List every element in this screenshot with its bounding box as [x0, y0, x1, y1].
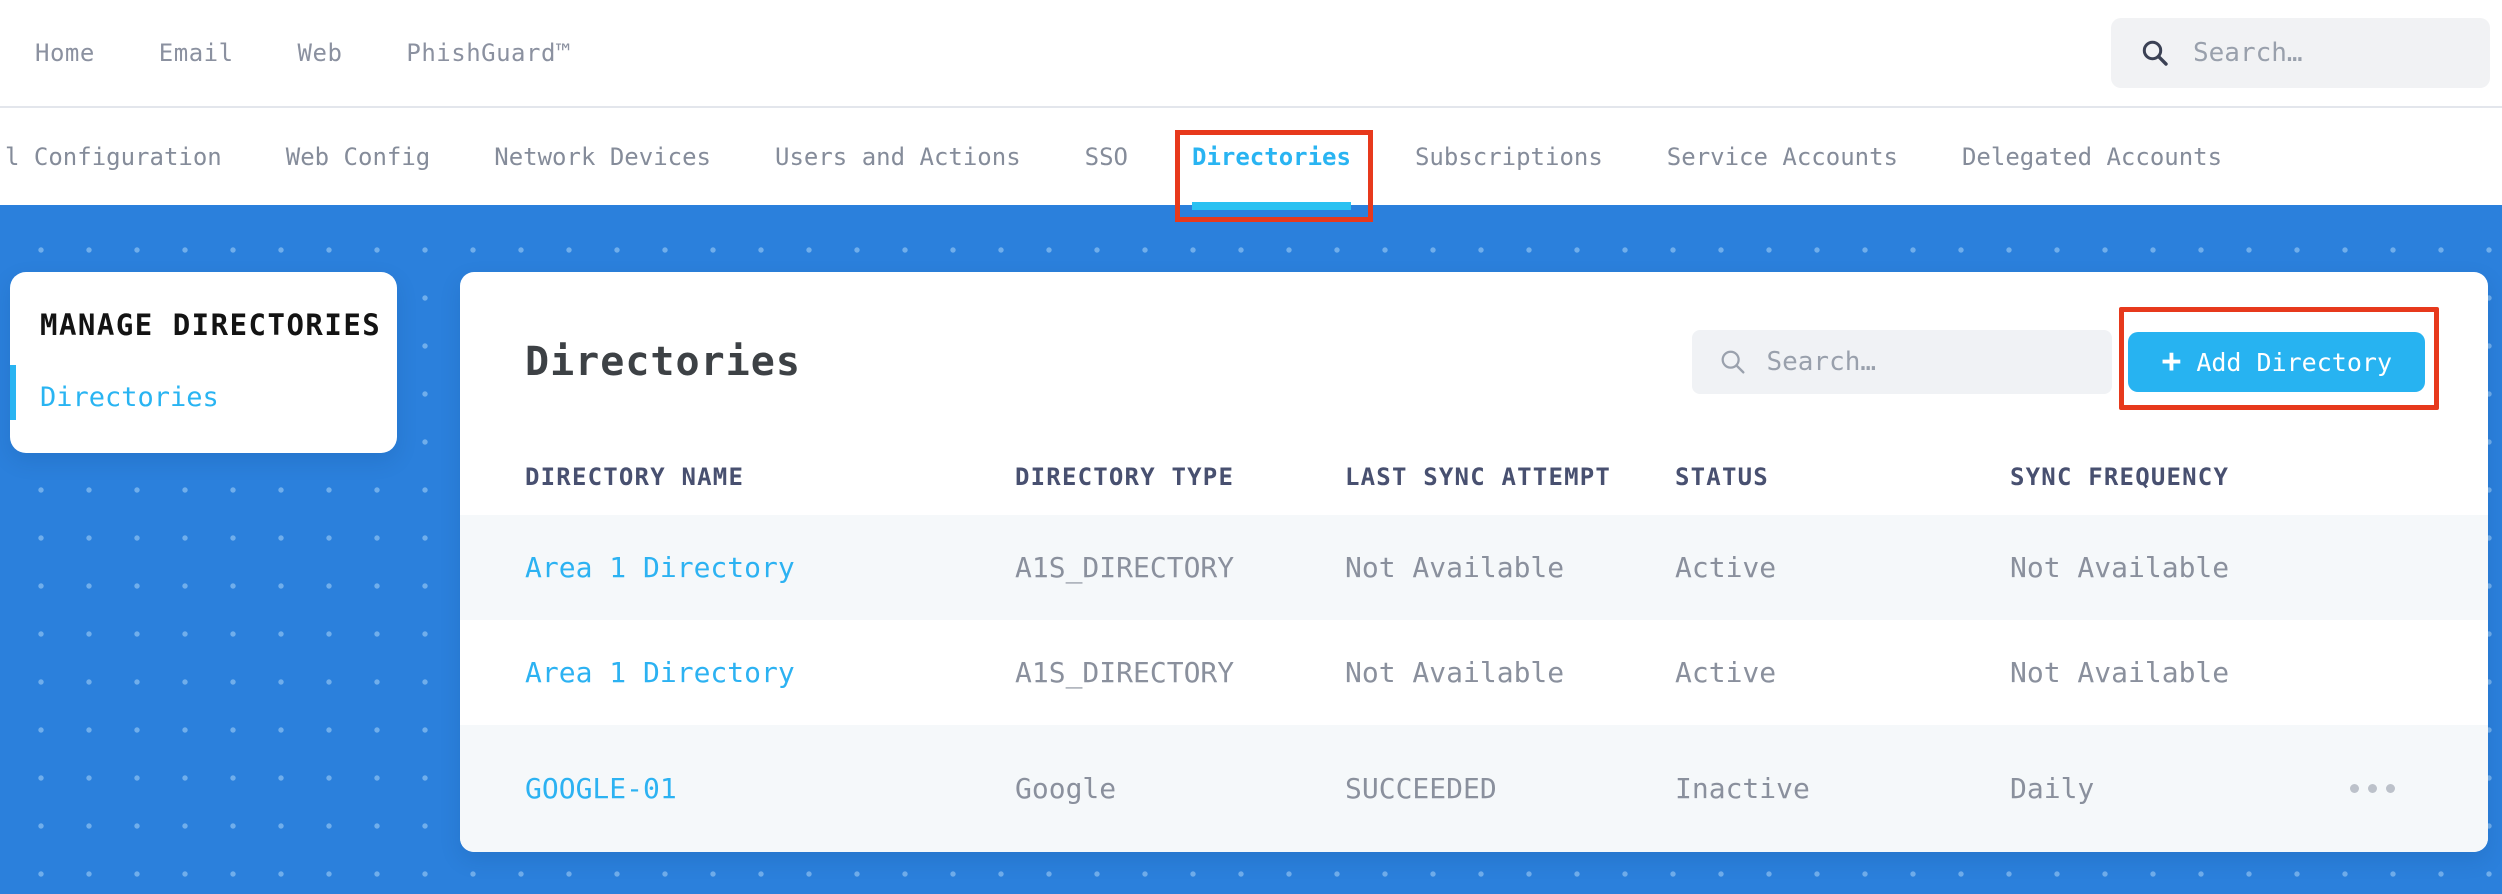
tab-delegated-accounts[interactable]: Delegated Accounts: [1962, 108, 2222, 205]
tab-label: Directories: [1192, 142, 1351, 171]
tab-service-accounts[interactable]: Service Accounts: [1667, 108, 1898, 205]
column-header-directory-name: DIRECTORY NAME: [525, 462, 745, 491]
cell-last-sync-attempt: SUCCEEDED: [1345, 772, 1497, 805]
sidebar-item-directories[interactable]: Directories: [40, 382, 397, 413]
topnav-item-web[interactable]: Web: [298, 39, 343, 67]
ellipsis-dot: [2386, 784, 2395, 793]
top-navigation: Home Email Web PhishGuard™: [35, 0, 571, 106]
ellipsis-dot: [2350, 784, 2359, 793]
column-header-status: STATUS: [1675, 462, 1769, 491]
table-row: Area 1 Directory A1S_DIRECTORY Not Availab…: [460, 620, 2488, 725]
search-icon: [2142, 40, 2168, 66]
cell-directory-type: Google: [1015, 772, 1117, 805]
search-icon: [1722, 350, 1745, 374]
cell-directory-type: A1S_DIRECTORY: [1015, 656, 1235, 689]
global-search[interactable]: [2111, 18, 2490, 88]
active-tab-underline: [1192, 202, 1351, 210]
table-header-row: DIRECTORY NAME DIRECTORY TYPE LAST SYNC AT…: [460, 438, 2488, 515]
topnav-item-email[interactable]: Email: [159, 39, 234, 67]
cell-directory-name-link[interactable]: GOOGLE-01: [525, 772, 1015, 805]
cell-status: Active: [1675, 551, 1777, 584]
page-title: Directories: [525, 339, 801, 385]
table-row: Area 1 Directory A1S_DIRECTORY Not Availab…: [460, 515, 2488, 620]
active-item-bar: [10, 365, 16, 420]
section-tabs: l Configuration Web Config Network Devices…: [0, 108, 2502, 222]
tab-label: Users and Actions: [775, 142, 1021, 171]
tab-label: l Configuration: [5, 142, 222, 171]
ellipsis-dot: [2368, 784, 2377, 793]
manage-directories-card: MANAGE DIRECTORIES Directories: [10, 272, 397, 453]
cell-directory-name-link[interactable]: Area 1 Directory: [525, 551, 1015, 584]
cell-directory-name-link[interactable]: Area 1 Directory: [525, 656, 1015, 689]
column-header-sync-frequency: SYNC FREQUENCY: [2010, 462, 2230, 491]
topnav-item-home[interactable]: Home: [35, 39, 95, 67]
cell-sync-frequency: Not Available: [2010, 656, 2230, 689]
tab-web-config[interactable]: Web Config: [286, 108, 431, 205]
panel-header: Directories + Add Directory: [460, 272, 2488, 432]
content-background: MANAGE DIRECTORIES Directories Directori…: [0, 205, 2502, 894]
tab-sso[interactable]: SSO: [1085, 108, 1128, 205]
tab-users-and-actions[interactable]: Users and Actions: [775, 108, 1021, 205]
directories-search[interactable]: [1692, 330, 2113, 394]
column-header-directory-type: DIRECTORY TYPE: [1015, 462, 1235, 491]
add-directory-label: Add Directory: [2196, 347, 2392, 377]
cell-sync-frequency: Not Available: [2010, 551, 2230, 584]
cell-sync-frequency: Daily: [2010, 772, 2095, 805]
directories-panel: Directories + Add Directory DIRECTORY NA…: [460, 272, 2488, 852]
add-directory-button[interactable]: + Add Directory: [2119, 307, 2439, 410]
tab-label: SSO: [1084, 142, 1128, 171]
tab-label: Delegated Accounts: [1961, 142, 2223, 171]
top-bar: Home Email Web PhishGuard™: [0, 0, 2502, 108]
tab-label: Subscriptions: [1414, 142, 1603, 171]
tab-directories[interactable]: Directories: [1175, 108, 1373, 222]
global-search-input[interactable]: [2193, 38, 2490, 68]
tab-label: Network Devices: [494, 142, 711, 171]
tab-l-configuration[interactable]: l Configuration: [5, 108, 222, 205]
column-header-last-sync-attempt: LAST SYNC ATTEMPT: [1345, 462, 1612, 491]
plus-icon: +: [2161, 341, 2182, 380]
cell-last-sync-attempt: Not Available: [1345, 551, 1565, 584]
tab-label: Service Accounts: [1666, 142, 1898, 171]
tab-subscriptions[interactable]: Subscriptions: [1415, 108, 1603, 205]
cell-last-sync-attempt: Not Available: [1345, 656, 1565, 689]
table-row: GOOGLE-01 Google SUCCEEDED Inactive Daily: [460, 725, 2488, 852]
tab-label: Web Config: [285, 142, 431, 171]
cell-status: Active: [1675, 656, 1777, 689]
topnav-item-phishguard-[interactable]: PhishGuard™: [406, 39, 570, 67]
cell-status: Inactive: [1675, 772, 1810, 805]
directories-table: Area 1 Directory A1S_DIRECTORY Not Availab…: [460, 515, 2488, 852]
card-title: MANAGE DIRECTORIES: [40, 308, 382, 342]
directories-search-input[interactable]: [1766, 347, 2113, 377]
cell-directory-type: A1S_DIRECTORY: [1015, 551, 1235, 584]
row-actions-menu-button[interactable]: [2350, 784, 2488, 793]
tab-network-devices[interactable]: Network Devices: [494, 108, 711, 205]
